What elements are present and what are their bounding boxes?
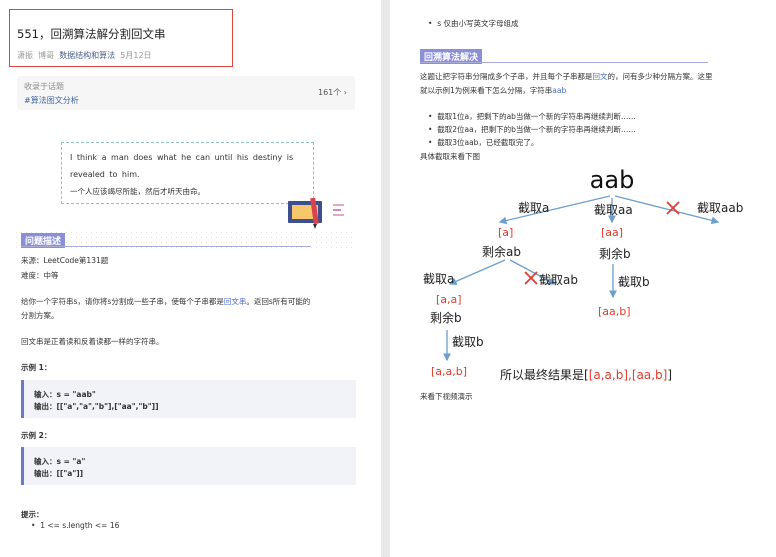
paragraph-line2: 就以示例1为例来看下怎么分隔，字符串aab — [420, 86, 567, 95]
author[interactable]: 潇振 — [17, 51, 33, 60]
cross-icon — [666, 201, 680, 215]
example1-label: 示例 1： — [21, 363, 52, 372]
topic-label: 收录于话题 — [24, 82, 64, 91]
quote-box: I think a man does what he can until his… — [61, 142, 314, 204]
palindrome-link-2[interactable]: 回文 — [593, 72, 608, 81]
section-underline — [21, 246, 311, 247]
notebook-pen-icon — [288, 197, 344, 229]
topic-card[interactable]: 收录于话题 #算法图文分析 161个 › — [17, 76, 355, 110]
section-underline-2 — [420, 62, 708, 63]
tree-res-aab: [aa,b] — [598, 305, 631, 318]
article-title: 551，回溯算法解分割回文串 — [17, 27, 166, 41]
tree-cut-aab: 截取aab — [697, 201, 743, 215]
aab-link[interactable]: aab — [552, 86, 566, 95]
tree-cut-a: 截取a — [518, 201, 549, 215]
example1-output: 输出：[["a","a","b"],["aa","b"]] — [34, 402, 159, 411]
description-line1: 给你一个字符串s，请你将s分割成一些子串，使每个子串都是回文串。返回s所有可能的 — [21, 297, 311, 306]
category-tag[interactable]: 数据结构和算法 — [59, 51, 115, 60]
title-highlight-box: 551，回溯算法解分割回文串 潇振 博哥 数据结构和算法 5月12日 — [9, 9, 233, 67]
difficulty-text: 难度：中等 — [21, 271, 59, 280]
tree-rem-ab: 剩余ab — [482, 244, 521, 259]
video-intro: 来看下视频演示 — [420, 392, 473, 401]
bullet-3: • 截取3位aab，已经截取完了。 — [428, 138, 539, 147]
author2[interactable]: 博哥 — [38, 51, 54, 60]
recursion-tree-diagram: aab 截取a 截取aa 截取aab [a] [aa] 剩余ab 剩余b 截取a… — [423, 166, 743, 382]
example2-label: 示例 2： — [21, 431, 52, 440]
example2-output: 输出：[["a"]] — [34, 469, 84, 478]
right-page: • s 仅由小写英文字母组成 回溯算法解决 这题让把字符串分隔成多个子串，并且每… — [390, 0, 776, 557]
left-page: 551，回溯算法解分割回文串 潇振 博哥 数据结构和算法 5月12日 收录于话题… — [0, 0, 381, 557]
tree-res-aa: [aa] — [601, 226, 623, 239]
bullet-2: • 截取2位aa，把剩下的b当做一个新的字符串再继续判断…… — [428, 125, 636, 134]
tree-cut-ab: 截取ab — [539, 273, 578, 287]
tree-res-aa-split: [a,a] — [436, 293, 462, 306]
paragraph-line1: 这题让把字符串分隔成多个子串，并且每个子串都是回文的，问有多少种分隔方案。这里 — [420, 72, 713, 81]
palindrome-definition: 回文串是正着读和反着读都一样的字符串。 — [21, 337, 164, 346]
result-text: 所以最终结果是[[a,a,b],[aa,b]] — [500, 367, 672, 382]
cross-icon-2 — [524, 271, 538, 285]
tree-root: aab — [590, 166, 635, 194]
tree-cut-aa: 截取aa — [594, 203, 633, 217]
tree-rem-b2: 剩余b — [430, 310, 462, 325]
tree-cut-a2: 截取a — [423, 272, 454, 286]
example1-input: 输入：s = "aab" — [34, 390, 96, 399]
source-text: 来源：LeetCode第131题 — [21, 256, 109, 265]
example1-code: 输入：s = "aab" 输出：[["a","a","b"],["aa","b"… — [21, 380, 356, 418]
hint-item2: • s 仅由小写英文字母组成 — [428, 19, 519, 28]
edge-ab-a — [448, 259, 506, 285]
quote-english: I think a man does what he can until his… — [70, 153, 294, 179]
quote-chinese: 一个人应该竭尽所能，然后才听天由命。 — [70, 187, 205, 196]
tree-cut-b: 截取b — [618, 275, 650, 289]
description-line2: 分割方案。 — [21, 311, 59, 320]
article-meta: 潇振 博哥 数据结构和算法 5月12日 — [17, 50, 152, 61]
hint-item1: • 1 <= s.length <= 16 — [31, 521, 120, 530]
bullet-1: • 截取1位a，把剩下的ab当做一个新的字符串再继续判断…… — [428, 112, 636, 121]
hint-label: 提示： — [21, 510, 44, 519]
palindrome-link[interactable]: 回文串 — [224, 297, 247, 306]
tree-res-a: [a] — [498, 226, 513, 239]
date: 5月12日 — [120, 51, 152, 60]
topic-count[interactable]: 161个 › — [318, 87, 347, 98]
tree-cut-b2: 截取b — [452, 335, 484, 349]
topic-hashtag[interactable]: #算法图文分析 — [24, 95, 79, 106]
example2-code: 输入：s = "a" 输出：[["a"]] — [21, 447, 356, 485]
tree-rem-b: 剩余b — [599, 246, 631, 261]
example2-input: 输入：s = "a" — [34, 457, 86, 466]
tree-final-aab: [a,a,b] — [431, 365, 467, 378]
